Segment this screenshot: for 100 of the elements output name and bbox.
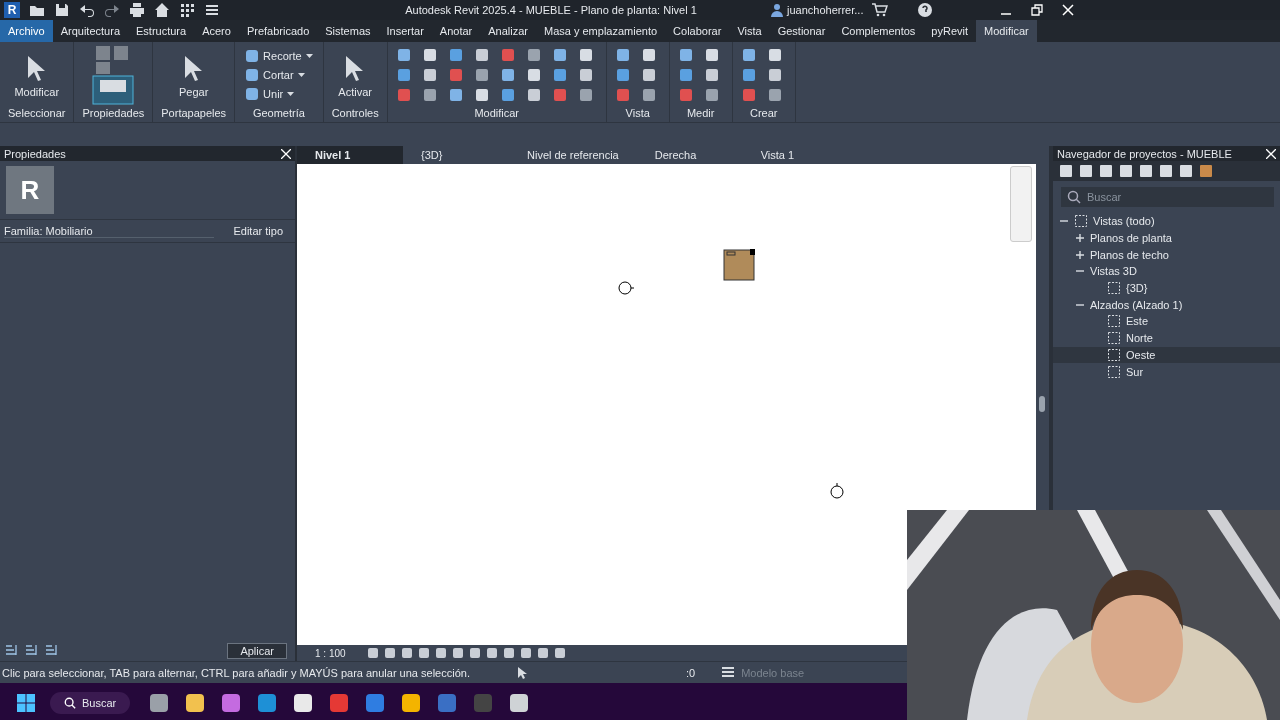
list-icon[interactable] [721, 665, 736, 680]
tree-item[interactable]: Norte [1126, 332, 1153, 345]
tool-icon[interactable] [766, 87, 783, 103]
tool-icon[interactable] [473, 67, 490, 83]
tree-item[interactable]: Este [1126, 315, 1148, 328]
tool-icon[interactable] [614, 67, 631, 83]
ribbon-tab[interactable]: Complementos [833, 20, 924, 42]
tool-icon[interactable] [395, 67, 412, 83]
taskbar-app-icon[interactable] [148, 692, 171, 714]
browser-tool-icon[interactable] [1199, 164, 1213, 178]
house-icon[interactable] [154, 2, 170, 18]
cart-icon[interactable] [872, 3, 889, 17]
tool-icon[interactable] [640, 47, 657, 63]
tree-item[interactable]: Oeste [1126, 348, 1156, 361]
user-menu[interactable]: juanchoherrer... [787, 4, 864, 16]
tool-icon[interactable] [703, 47, 720, 63]
view-control-icon[interactable] [553, 647, 566, 659]
ribbon-tab[interactable]: Estructura [128, 20, 195, 42]
tool-icon[interactable] [499, 67, 516, 83]
ribbon-tab[interactable]: Anotar [431, 20, 481, 42]
tool-icon[interactable] [525, 47, 542, 63]
ribbon-tab[interactable]: Analizar [480, 20, 536, 42]
tool-icon[interactable] [677, 47, 694, 63]
tool-icon[interactable] [421, 87, 438, 103]
redo-icon[interactable] [104, 2, 120, 18]
tool-icon[interactable] [395, 47, 412, 63]
ribbon-tab[interactable]: Modificar [976, 20, 1037, 42]
close-icon[interactable] [1062, 4, 1075, 16]
tool-icon[interactable] [703, 67, 720, 83]
tool-icon[interactable] [740, 67, 757, 83]
view-tab[interactable]: Nivel de referencia [509, 146, 637, 164]
tool-icon[interactable] [551, 67, 568, 83]
tool-icon[interactable] [703, 87, 720, 103]
tree-item[interactable]: Planos de planta [1090, 232, 1172, 245]
view-control-icon[interactable] [519, 647, 532, 659]
ribbon-button[interactable]: Recorte [243, 49, 315, 63]
view-control-icon[interactable] [451, 647, 464, 659]
browser-tool-icon[interactable] [1099, 164, 1113, 178]
tool-icon[interactable] [766, 67, 783, 83]
ribbon-button[interactable]: Cortar [243, 68, 315, 82]
ribbon-tab[interactable]: Vista [729, 20, 770, 42]
view-control-icon[interactable] [536, 647, 549, 659]
ribbon-tab[interactable]: Acero [194, 20, 239, 42]
sort-icon[interactable] [24, 644, 38, 658]
ribbon-tab[interactable]: Arquitectura [52, 20, 128, 42]
ribbon-tab[interactable]: Gestionar [769, 20, 834, 42]
view-tab[interactable]: {3D} [403, 146, 509, 164]
browser-tool-icon[interactable] [1139, 164, 1153, 178]
browser-tool-icon[interactable] [1119, 164, 1133, 178]
list-icon[interactable] [204, 2, 220, 18]
tree-item[interactable]: Vistas 3D [1090, 265, 1137, 278]
browser-tool-icon[interactable] [1159, 164, 1173, 178]
view-control-icon[interactable] [485, 647, 498, 659]
view-control-icon[interactable] [502, 647, 515, 659]
scale-label[interactable]: 1 : 100 [315, 647, 346, 659]
tool-icon[interactable] [421, 67, 438, 83]
tool-icon[interactable] [640, 87, 657, 103]
tool-icon[interactable] [525, 87, 542, 103]
family-dropdown[interactable]: Familia: Mobiliario [4, 224, 214, 238]
browser-tool-icon[interactable] [1059, 164, 1073, 178]
edit-type-button[interactable]: Editar tipo [227, 224, 289, 238]
expand-toggle[interactable] [1075, 249, 1085, 260]
tree-item[interactable]: Vistas (todo) [1093, 215, 1155, 228]
ribbon-tab[interactable]: Insertar [378, 20, 432, 42]
browser-tool-icon[interactable] [1079, 164, 1093, 178]
search-field[interactable]: Buscar [1061, 187, 1274, 207]
taskbar-app-icon[interactable] [400, 692, 423, 714]
view-tab[interactable]: Vista 1 [742, 146, 849, 164]
ribbon-tab[interactable]: Colaborar [665, 20, 730, 42]
properties-icon[interactable] [90, 44, 137, 106]
tree-item[interactable]: Alzados (Alzado 1) [1090, 298, 1183, 311]
tool-icon[interactable] [473, 47, 490, 63]
apply-button[interactable]: Aplicar [227, 643, 287, 659]
ribbon-button[interactable]: Modificar [10, 50, 64, 100]
taskbar-search[interactable]: Buscar [50, 692, 131, 714]
tool-icon[interactable] [640, 67, 657, 83]
tree-item[interactable]: Planos de techo [1090, 248, 1169, 261]
sort-icon[interactable] [44, 644, 58, 658]
windows-start-icon[interactable] [16, 693, 36, 713]
ribbon-tab[interactable]: Archivo [0, 20, 53, 42]
taskbar-app-icon[interactable] [508, 692, 531, 714]
tree-item[interactable]: Sur [1126, 365, 1144, 378]
ribbon-tab[interactable]: Masa y emplazamiento [536, 20, 666, 42]
type-selector[interactable]: R [0, 161, 295, 220]
browser-tool-icon[interactable] [1179, 164, 1193, 178]
ribbon-tab[interactable]: pyRevit [923, 20, 977, 42]
view-control-icon[interactable] [383, 647, 396, 659]
ribbon-button[interactable]: Pegar [174, 50, 213, 100]
tool-icon[interactable] [473, 87, 490, 103]
view-control-icon[interactable] [468, 647, 481, 659]
close-icon[interactable] [1266, 148, 1276, 159]
tool-icon[interactable] [577, 67, 594, 83]
view-control-icon[interactable] [434, 647, 447, 659]
save-icon[interactable] [54, 2, 70, 18]
undo-icon[interactable] [79, 2, 95, 18]
view-tab[interactable]: Nivel 1 [297, 146, 403, 164]
tree-item[interactable]: {3D} [1126, 282, 1148, 295]
tool-icon[interactable] [525, 67, 542, 83]
tool-icon[interactable] [614, 47, 631, 63]
ribbon-button[interactable]: Unir [243, 87, 315, 101]
